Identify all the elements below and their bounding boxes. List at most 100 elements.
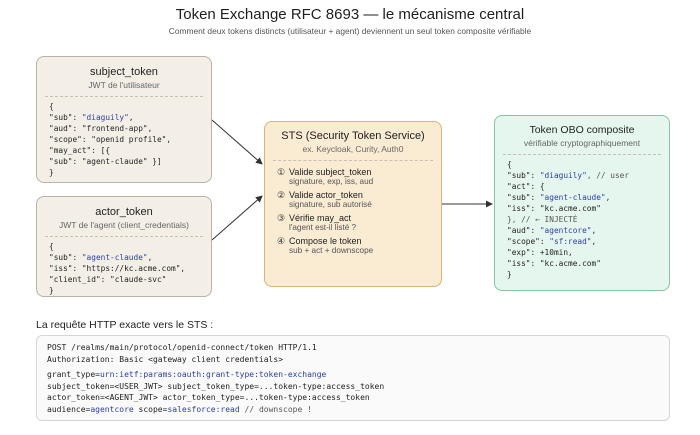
code-line: "iss": "kc.acme.com" <box>507 258 669 269</box>
code-line: "sub": "diaguily", // user <box>507 170 669 181</box>
step-detail: signature, sub autorisé <box>289 200 372 209</box>
code-text: "client_id": "claude-svc" <box>49 275 167 284</box>
code-text: audience= <box>47 404 91 414</box>
subject-token-subtitle: JWT de l'utilisateur <box>88 80 160 90</box>
code-text: "sub": <box>49 113 82 122</box>
code-line: subject_token=<USER_JWT> subject_token_t… <box>47 381 659 393</box>
step-number: ① <box>277 167 286 177</box>
code-line: { <box>49 241 211 252</box>
code-line: "exp": +10min, <box>507 247 669 258</box>
code-text: // downscope ! <box>239 404 312 414</box>
code-line: grant_type=urn:ietf:params:oauth:grant-t… <box>47 369 659 381</box>
sts-step: ① Valide subject_token signature, exp, i… <box>277 167 441 187</box>
code-text: "sub": <box>507 193 540 202</box>
page-title: Token Exchange RFC 8693 — le mécanisme c… <box>175 6 525 23</box>
code-text: , <box>128 113 134 122</box>
code-text: "sub": <box>49 253 82 262</box>
actor-token-json: {"sub": "agent-claude", "iss": "https://k… <box>37 237 211 296</box>
code-text: "aud": <box>507 226 540 235</box>
code-text: actor_token=<AGENT_JWT> actor_token_type… <box>47 393 370 403</box>
code-line: Authorization: Basic <gateway client cre… <box>47 354 659 366</box>
code-text: { <box>49 102 54 111</box>
sts-card: STS (Security Token Service) ex. Keycloa… <box>264 121 442 287</box>
step-number: ② <box>277 190 286 200</box>
actor-token-subtitle: JWT de l'agent (client_credentials) <box>59 220 189 230</box>
code-text: "iss": "https://kc.acme.com", <box>49 264 186 273</box>
code-text: { <box>49 242 54 251</box>
step-detail: sub + act + downscope <box>289 246 374 255</box>
actor-token-title: actor_token <box>95 206 153 218</box>
code-text: "iss": "kc.acme.com" <box>507 259 601 268</box>
code-text: } <box>49 168 54 177</box>
obo-token-title: Token OBO composite <box>529 124 635 136</box>
sts-step: ③ Vérifie may_act l'agent est-il listé ? <box>277 213 441 233</box>
code-text: } <box>49 286 54 295</box>
request-heading: La requête HTTP exacte vers le STS : <box>36 319 214 331</box>
code-text: POST /realms/main/protocol/openid-connec… <box>47 343 317 352</box>
code-line: "scope": "sf:read", <box>507 236 669 247</box>
step-label: Valide subject_token <box>289 167 372 177</box>
code-line: } <box>49 285 211 296</box>
code-value: "diaguily" <box>539 171 587 180</box>
code-value: "sf:read" <box>549 237 592 246</box>
arrow-subject-to-sts <box>211 119 263 165</box>
code-line: "aud": "frontend-app", <box>49 123 211 134</box>
code-text: }, // ← INJECTÉ <box>507 215 578 224</box>
http-request-block: POST /realms/main/protocol/openid-connec… <box>36 335 670 421</box>
code-text: , <box>591 226 597 235</box>
code-line: "iss": "kc.acme.com" <box>507 203 669 214</box>
code-line: "sub": "agent-claude", <box>49 252 211 263</box>
subject-token-json: {"sub": "diaguily", "aud": "frontend-app"… <box>37 97 211 178</box>
code-line: POST /realms/main/protocol/openid-connec… <box>47 342 659 354</box>
obo-token-card: Token OBO composite vérifiable cryptogra… <box>494 115 670 291</box>
code-line: "client_id": "claude-svc" <box>49 274 211 285</box>
step-detail: l'agent est-il listé ? <box>289 223 357 232</box>
obo-token-json: {"sub": "diaguily", // user "act": {"sub"… <box>495 155 669 280</box>
code-text: "scope": <box>507 237 550 246</box>
code-value: urn:ietf:params:oauth:grant-type:token-e… <box>99 370 327 380</box>
step-detail: signature, exp, iss, aud <box>289 177 374 186</box>
code-line: { <box>507 159 669 170</box>
code-text: "act": { <box>507 182 545 191</box>
code-text: } <box>507 270 512 279</box>
step-label: Vérifie may_act <box>289 213 352 223</box>
code-text: "sub": <box>507 171 540 180</box>
code-value: "agent-claude" <box>539 193 606 202</box>
page-subtitle: Comment deux tokens distincts (utilisate… <box>168 26 532 36</box>
code-text: "scope": "openid profile", <box>49 135 172 144</box>
code-line: } <box>49 167 211 178</box>
code-text: "may_act": [{ <box>49 146 111 155</box>
code-text: "sub": "agent-claude" }] <box>49 157 162 166</box>
code-value: "diaguily" <box>81 113 129 122</box>
sts-subtitle: ex. Keycloak, Curity, Auth0 <box>302 144 404 154</box>
code-line: "sub": "agent-claude", <box>507 192 669 203</box>
code-line: audience=agentcore scope=salesforce:read… <box>47 404 659 416</box>
code-line: "sub": "diaguily", <box>49 112 211 123</box>
code-value: "agent-claude" <box>81 253 148 262</box>
code-line: { <box>49 101 211 112</box>
actor-token-card: actor_token JWT de l'agent (client_crede… <box>36 196 212 297</box>
step-number: ④ <box>277 236 286 246</box>
code-line: "scope": "openid profile", <box>49 134 211 145</box>
step-label: Valide actor_token <box>289 190 363 200</box>
code-value: agentcore <box>90 404 134 414</box>
code-line: actor_token=<AGENT_JWT> actor_token_type… <box>47 392 659 404</box>
sts-title: STS (Security Token Service) <box>281 130 425 142</box>
sts-step: ④ Compose le token sub + act + downscope <box>277 236 441 256</box>
code-line: } <box>507 269 669 280</box>
obo-token-subtitle: vérifiable cryptographiquement <box>523 138 641 148</box>
code-text: , <box>147 253 153 262</box>
code-line: "sub": "agent-claude" }] <box>49 156 211 167</box>
code-text: , // user <box>586 171 630 180</box>
code-text: subject_token=<USER_JWT> subject_token_t… <box>47 381 385 391</box>
code-value: "agentcore" <box>539 226 592 235</box>
sts-steps: ① Valide subject_token signature, exp, i… <box>265 161 441 256</box>
code-text: , <box>591 237 597 246</box>
code-text: "aud": "frontend-app", <box>49 124 153 133</box>
code-text: scope= <box>133 404 168 414</box>
sts-step: ② Valide actor_token signature, sub auto… <box>277 190 441 210</box>
code-text: "iss": "kc.acme.com" <box>507 204 601 213</box>
code-line: "act": { <box>507 181 669 192</box>
code-line: }, // ← INJECTÉ <box>507 214 669 225</box>
code-text: , <box>605 193 611 202</box>
